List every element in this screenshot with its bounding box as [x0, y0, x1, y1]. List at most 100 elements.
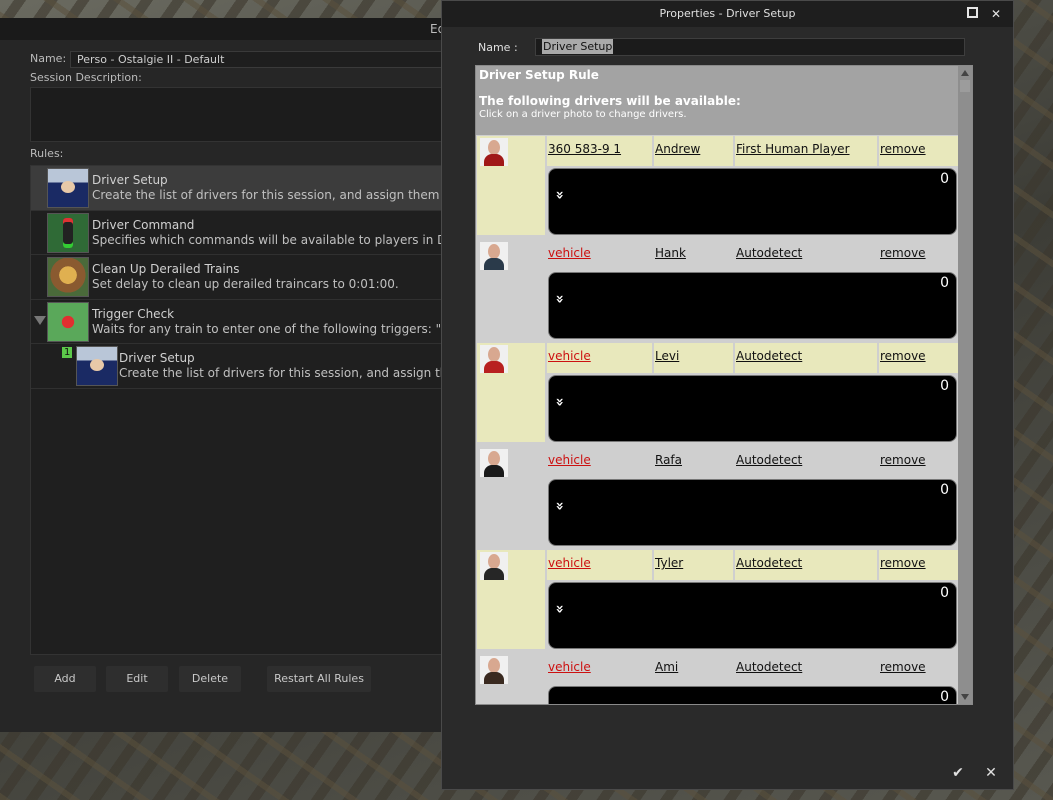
driver-vehicle-link[interactable]: vehicle	[547, 550, 652, 580]
driver-name-link[interactable]: Rafa	[654, 446, 733, 477]
driver-control-link[interactable]: Autodetect	[735, 446, 877, 477]
driver-remove-link[interactable]: remove	[879, 343, 958, 373]
driver-vehicle-link[interactable]: vehicle	[547, 446, 652, 477]
driver-vehicle-link[interactable]: vehicle	[547, 653, 652, 684]
chevron-icon[interactable]: »	[552, 604, 568, 613]
rule-description: Specifies which commands will be availab…	[92, 232, 441, 247]
driver-control-link[interactable]: Autodetect	[735, 343, 877, 373]
driver-remove-link[interactable]: remove	[879, 550, 958, 580]
driver-photo[interactable]	[477, 653, 545, 704]
driver-avatar-icon	[480, 138, 508, 166]
add-button[interactable]: Add	[34, 666, 96, 692]
signal-icon	[47, 212, 89, 253]
driver-name-link[interactable]: Hank	[654, 239, 733, 270]
driver-count: 0	[940, 481, 949, 498]
driver-remove-link[interactable]: remove	[879, 136, 958, 166]
chevron-icon[interactable]: »	[552, 190, 568, 199]
edit-session-window: Ed Name: Perso - Ostalgie II - Default S…	[0, 18, 450, 732]
scroll-thumb[interactable]	[960, 80, 970, 92]
driver-row: vehicle Ami Autodetect remove 0	[476, 653, 958, 705]
rule-item-driver-setup[interactable]: Driver Setup Create the list of drivers …	[31, 166, 441, 211]
restore-icon[interactable]	[964, 6, 980, 22]
driver-name-link[interactable]: Andrew	[654, 136, 733, 166]
driver-command-panel[interactable]: » 0	[548, 375, 957, 442]
driver-avatar-icon	[480, 448, 508, 477]
driver-row: 360 583-9 1 Andrew First Human Player re…	[476, 135, 958, 239]
drivers-available-heading: The following drivers will be available:	[479, 94, 741, 108]
properties-window: Properties - Driver Setup ✕ Name : Drive…	[441, 0, 1014, 790]
driver-row: vehicle Levi Autodetect remove » 0	[476, 342, 958, 446]
rule-item-clean-up-derailed[interactable]: Clean Up Derailed Trains Set delay to cl…	[31, 255, 441, 300]
driver-name-link[interactable]: Tyler	[654, 550, 733, 580]
expand-arrow-icon[interactable]	[34, 315, 46, 325]
driver-photo[interactable]	[477, 550, 545, 649]
driver-remove-link[interactable]: remove	[879, 446, 958, 477]
session-description-label: Session Description:	[30, 71, 142, 84]
driver-avatar-icon	[480, 655, 508, 684]
restart-all-rules-button[interactable]: Restart All Rules	[267, 666, 371, 692]
change-drivers-hint: Click on a driver photo to change driver…	[479, 109, 687, 120]
driver-count: 0	[940, 171, 949, 187]
chevron-icon[interactable]: »	[552, 501, 568, 510]
cancel-icon[interactable]: ✕	[979, 761, 1003, 785]
driver-vehicle-link[interactable]: 360 583-9 1	[547, 136, 652, 166]
driver-photo[interactable]	[477, 239, 545, 339]
rule-title: Driver Setup	[119, 351, 195, 365]
rule-item-trigger-check[interactable]: Trigger Check Waits for any train to ent…	[31, 300, 441, 344]
rule-title: Driver Command	[92, 217, 195, 232]
close-icon[interactable]: ✕	[988, 6, 1004, 22]
driver-remove-link[interactable]: remove	[879, 239, 958, 270]
driver-setup-panel: Driver Setup Rule The following drivers …	[475, 65, 973, 705]
session-description-field[interactable]	[30, 87, 442, 142]
session-name-row: Name: Perso - Ostalgie II - Default	[30, 51, 450, 68]
driver-command-panel[interactable]: » 0	[548, 582, 957, 649]
driver-name-link[interactable]: Ami	[654, 653, 733, 684]
driver-photo[interactable]	[477, 343, 545, 442]
driver-count: 0	[940, 274, 949, 291]
rule-item-child-driver-setup[interactable]: 1 Driver Setup Create the list of driver…	[31, 344, 441, 389]
scroll-up-icon[interactable]	[961, 70, 969, 76]
rule-item-driver-command[interactable]: Driver Command Specifies which commands …	[31, 211, 441, 255]
rule-title: Clean Up Derailed Trains	[92, 262, 240, 276]
driver-count: 0	[940, 688, 949, 705]
rule-name-input[interactable]: Driver Setup	[535, 38, 965, 56]
rule-description: Create the list of drivers for this sess…	[92, 188, 441, 202]
driver-command-panel[interactable]: 0	[548, 685, 957, 705]
properties-titlebar[interactable]: Properties - Driver Setup ✕	[442, 1, 1013, 27]
driver-control-link[interactable]: Autodetect	[735, 550, 877, 580]
driver-row: vehicle Hank Autodetect remove » 0	[476, 239, 958, 343]
chevron-icon[interactable]: »	[552, 397, 568, 406]
checkmark-icon[interactable]: ✔	[946, 761, 970, 785]
driver-name-link[interactable]: Levi	[654, 343, 733, 373]
derailed-train-icon	[47, 257, 89, 297]
edit-button[interactable]: Edit	[106, 666, 168, 692]
driver-command-panel[interactable]: » 0	[548, 478, 957, 546]
rule-title: Driver Setup	[92, 173, 168, 187]
driver-control-link[interactable]: First Human Player	[735, 136, 877, 166]
driver-command-panel[interactable]: » 0	[548, 271, 957, 339]
child-index-badge: 1	[62, 347, 73, 358]
session-name-field[interactable]: Perso - Ostalgie II - Default	[70, 51, 450, 68]
driver-control-link[interactable]: Autodetect	[735, 653, 877, 684]
driver-icon	[76, 346, 118, 386]
driver-count: 0	[940, 585, 949, 601]
driver-command-panel[interactable]: » 0	[548, 168, 957, 235]
scroll-down-icon[interactable]	[961, 694, 969, 700]
panel-scrollbar[interactable]	[958, 66, 972, 704]
driver-photo[interactable]	[477, 136, 545, 235]
session-name-label: Name:	[30, 52, 67, 65]
driver-count: 0	[940, 378, 949, 394]
driver-vehicle-link[interactable]: vehicle	[547, 343, 652, 373]
driver-avatar-icon	[480, 241, 508, 270]
delete-button[interactable]: Delete	[179, 666, 241, 692]
rules-list[interactable]: Driver Setup Create the list of drivers …	[30, 165, 442, 655]
driver-vehicle-link[interactable]: vehicle	[547, 239, 652, 270]
rule-description: Set delay to clean up derailed traincars…	[92, 277, 399, 291]
chevron-icon[interactable]: »	[552, 294, 568, 303]
rule-description: Create the list of drivers for this sess…	[119, 366, 441, 380]
driver-avatar-icon	[480, 552, 508, 580]
driver-photo[interactable]	[477, 446, 545, 546]
driver-control-link[interactable]: Autodetect	[735, 239, 877, 270]
driver-remove-link[interactable]: remove	[879, 653, 958, 684]
rule-name-label: Name :	[478, 41, 518, 54]
